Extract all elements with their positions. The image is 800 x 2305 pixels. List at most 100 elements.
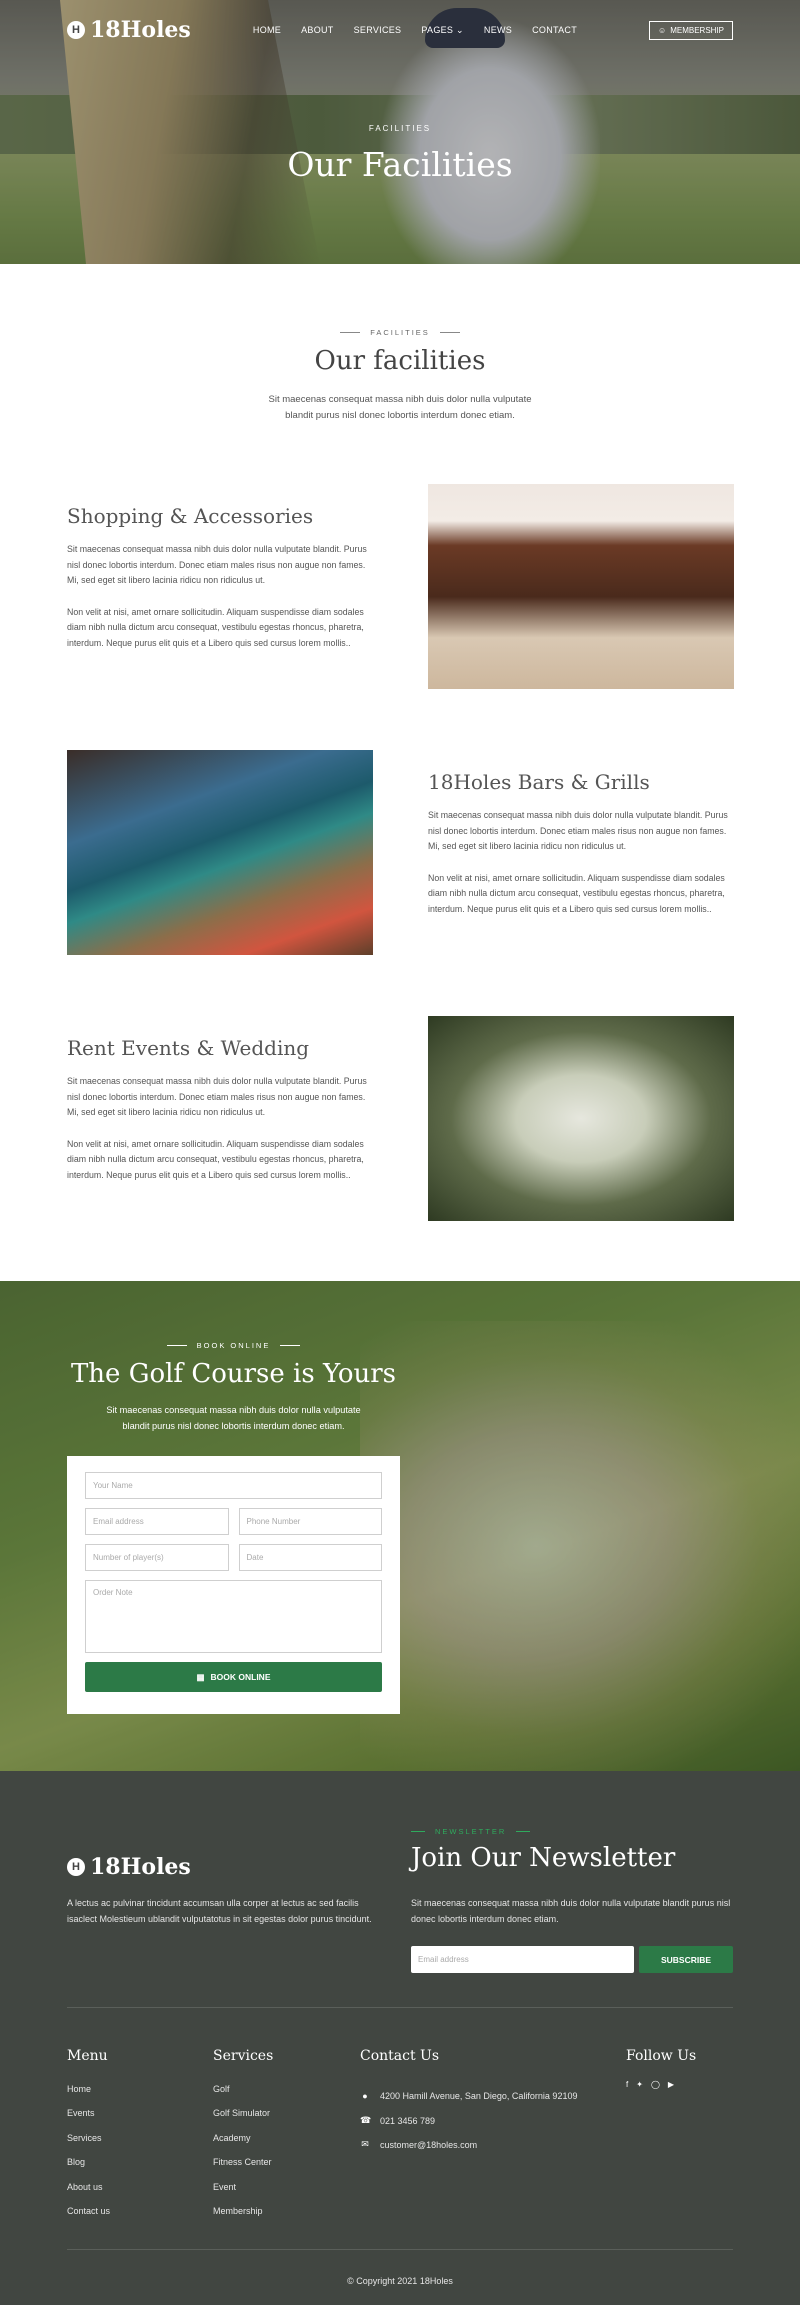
site-logo[interactable]: H 18Holes xyxy=(67,17,191,43)
nav-item-contact[interactable]: CONTACT xyxy=(532,25,577,36)
footer-contact-title: Contact Us xyxy=(360,2048,440,2064)
book-online-button[interactable]: ▦ BOOK ONLINE xyxy=(85,1662,382,1692)
hero-title: Our Facilities xyxy=(287,145,513,184)
feature-paragraph: Non velit at nisi, amet ornare sollicitu… xyxy=(428,872,725,914)
logo-text: 18Holes xyxy=(90,17,191,43)
footer-follow-title: Follow Us xyxy=(626,2048,697,2064)
membership-label: MEMBERSHIP xyxy=(670,25,724,35)
logo-mark-icon: H xyxy=(67,21,85,39)
contact-address-text: 4200 Hamill Avenue, San Diego, Californi… xyxy=(380,2091,578,2102)
footer-link-academy[interactable]: Academy xyxy=(213,2133,273,2157)
phone-field[interactable]: Phone Number xyxy=(238,1508,382,1535)
membership-button[interactable]: ☺ MEMBERSHIP xyxy=(649,20,733,40)
date-field[interactable]: Date xyxy=(238,1544,382,1571)
logo-text: 18Holes xyxy=(90,1854,191,1880)
nav-item-services[interactable]: SERVICES xyxy=(354,25,402,36)
subscribe-button[interactable]: SUBSCRIBE xyxy=(639,1946,733,1973)
contact-email-text: customer@18holes.com xyxy=(380,2139,478,2150)
section-title: Our facilities xyxy=(314,346,486,376)
booking-form: Your Name Email address Phone Number Num… xyxy=(67,1456,400,1714)
feature-paragraph: Sit maecenas consequat massa nibh duis d… xyxy=(428,810,728,851)
footer-services: Services Golf Golf Simulator Academy Fit… xyxy=(213,2048,273,2230)
nav-item-pages[interactable]: PAGES ⌄ xyxy=(421,25,464,36)
feature-shopping: Shopping & Accessories Sit maecenas cons… xyxy=(67,484,734,689)
hero-text: FACILITIES Our Facilities xyxy=(0,124,800,184)
nav-item-news[interactable]: NEWS xyxy=(484,25,512,36)
nav-item-home[interactable]: HOME xyxy=(253,25,281,36)
newsletter-title: Join Our Newsletter xyxy=(411,1843,676,1873)
footer-divider xyxy=(67,2249,733,2250)
facebook-icon[interactable]: f xyxy=(626,2080,628,2089)
booking-heading: BOOK ONLINE The Golf Course is Yours Sit… xyxy=(67,1333,400,1434)
footer-link-services[interactable]: Services xyxy=(67,2133,110,2157)
booking-kicker-text: BOOK ONLINE xyxy=(196,1341,271,1350)
nav-item-about[interactable]: ABOUT xyxy=(301,25,334,36)
bar-image xyxy=(67,750,373,955)
calendar-icon: ▦ xyxy=(196,1671,205,1682)
hero-banner: H 18Holes HOME ABOUT SERVICES PAGES ⌄ NE… xyxy=(0,0,800,264)
footer-divider xyxy=(67,2007,733,2008)
feature-paragraph: Sit maecenas consequat massa nibh duis d… xyxy=(67,544,367,585)
footer-link-home[interactable]: Home xyxy=(67,2084,110,2108)
players-field[interactable]: Number of player(s) xyxy=(85,1544,229,1571)
footer-link-blog[interactable]: Blog xyxy=(67,2157,110,2181)
instagram-icon[interactable]: ◯ xyxy=(651,2080,660,2089)
shop-image xyxy=(428,484,734,689)
footer-link-contact[interactable]: Contact us xyxy=(67,2206,110,2230)
footer-link-membership[interactable]: Membership xyxy=(213,2206,273,2230)
wedding-bouquet-image xyxy=(428,1016,734,1221)
contact-email[interactable]: ✉ customer@18holes.com xyxy=(360,2133,577,2157)
footer-logo[interactable]: H 18Holes xyxy=(67,1854,191,1880)
mail-icon: ✉ xyxy=(361,2139,369,2150)
contact-phone-text: 021 3456 789 xyxy=(380,2115,436,2126)
section-description: Sit maecenas consequat massa nibh duis d… xyxy=(268,394,532,421)
book-online-label: BOOK ONLINE xyxy=(210,1672,271,1682)
newsletter-description: Sit maecenas consequat massa nibh duis d… xyxy=(411,1898,731,1924)
footer-link-golf[interactable]: Golf xyxy=(213,2084,273,2108)
site-footer: H 18Holes A lectus ac pulvinar tincidunt… xyxy=(0,1771,800,2305)
newsletter-kicker: NEWSLETTER xyxy=(411,1827,531,1836)
feature-text: Rent Events & Wedding Sit maecenas conse… xyxy=(67,1036,367,1183)
phone-icon: ☎ xyxy=(360,2115,372,2126)
feature-title: 18Holes Bars & Grills xyxy=(428,770,650,794)
feature-text: 18Holes Bars & Grills Sit maecenas conse… xyxy=(428,770,728,917)
main-navigation: H 18Holes HOME ABOUT SERVICES PAGES ⌄ NE… xyxy=(67,17,733,43)
section-kicker: FACILITIES xyxy=(340,328,460,337)
footer-services-title: Services xyxy=(213,2048,274,2064)
hero-kicker: FACILITIES xyxy=(368,124,432,133)
footer-menu-title: Menu xyxy=(67,2048,108,2064)
footer-link-golf-simulator[interactable]: Golf Simulator xyxy=(213,2108,273,2132)
feature-text: Shopping & Accessories Sit maecenas cons… xyxy=(67,504,367,651)
chevron-down-icon: ⌄ xyxy=(456,24,464,35)
feature-title: Shopping & Accessories xyxy=(67,504,314,528)
newsletter-email-input[interactable]: Email address xyxy=(411,1946,634,1973)
footer-link-fitness-center[interactable]: Fitness Center xyxy=(213,2157,273,2181)
feature-title: Rent Events & Wedding xyxy=(67,1036,310,1060)
feature-paragraph: Sit maecenas consequat massa nibh duis d… xyxy=(67,1076,367,1117)
booking-kicker: BOOK ONLINE xyxy=(166,1341,301,1350)
youtube-icon[interactable]: ▶ xyxy=(668,2080,674,2089)
booking-description: Sit maecenas consequat massa nibh duis d… xyxy=(106,1405,361,1431)
footer-link-event[interactable]: Event xyxy=(213,2182,273,2206)
contact-phone[interactable]: ☎ 021 3456 789 xyxy=(360,2108,577,2132)
nav-menu: HOME ABOUT SERVICES PAGES ⌄ NEWS CONTACT xyxy=(253,25,577,36)
order-note-field[interactable]: Order Note xyxy=(85,1580,382,1653)
nav-item-pages-label: PAGES xyxy=(421,24,454,35)
footer-link-about[interactable]: About us xyxy=(67,2182,110,2206)
name-field[interactable]: Your Name xyxy=(85,1472,382,1499)
newsletter-kicker-text: NEWSLETTER xyxy=(435,1827,507,1836)
logo-mark-icon: H xyxy=(67,1858,85,1876)
facilities-intro: FACILITIES Our facilities Sit maecenas c… xyxy=(0,264,800,424)
footer-link-events[interactable]: Events xyxy=(67,2108,110,2132)
booking-section: BOOK ONLINE The Golf Course is Yours Sit… xyxy=(0,1281,800,1771)
feature-events-wedding: Rent Events & Wedding Sit maecenas conse… xyxy=(67,1016,734,1221)
footer-description: A lectus ac pulvinar tincidunt accumsan … xyxy=(67,1898,372,1924)
email-field[interactable]: Email address xyxy=(85,1508,229,1535)
footer-menu: Menu Home Events Services Blog About us … xyxy=(67,2048,110,2230)
twitter-icon[interactable]: ✦ xyxy=(636,2080,643,2089)
booking-title: The Golf Course is Yours xyxy=(70,1359,397,1389)
copyright: © Copyright 2021 18Holes xyxy=(347,2276,453,2286)
feature-paragraph: Non velit at nisi, amet ornare sollicitu… xyxy=(67,606,364,648)
feature-bars-grills: 18Holes Bars & Grills Sit maecenas conse… xyxy=(67,750,733,955)
contact-address: ● 4200 Hamill Avenue, San Diego, Californ… xyxy=(360,2084,577,2108)
